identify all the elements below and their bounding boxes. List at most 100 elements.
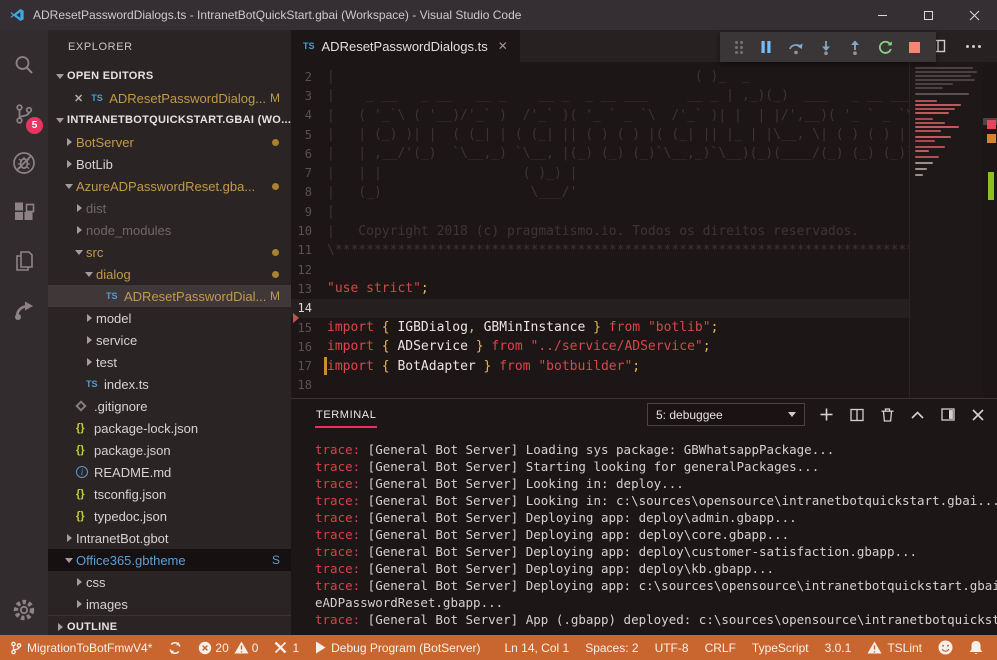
tree-item-src[interactable]: src bbox=[48, 241, 291, 263]
code-line-8[interactable]: 8| (_) \___/' bbox=[291, 183, 997, 202]
terminal-line: trace: [General Bot Server] Looking in: … bbox=[315, 492, 997, 509]
file-tree: BotServer BotLib AzureADPasswordReset.gba.… bbox=[48, 131, 291, 615]
step-into-icon[interactable] bbox=[819, 40, 833, 55]
tree-item-botlib[interactable]: BotLib bbox=[48, 153, 291, 175]
source-control-icon[interactable]: 5 bbox=[0, 89, 48, 138]
minimap[interactable] bbox=[909, 62, 983, 398]
tree-item-label: dist bbox=[86, 201, 106, 216]
tree-item-dialog[interactable]: dialog bbox=[48, 263, 291, 285]
tree-item-azureadpasswordreset-gba[interactable]: AzureADPasswordReset.gba... bbox=[48, 175, 291, 197]
info-file-icon: i bbox=[76, 466, 94, 478]
code-line-16[interactable]: 16import { ADService } from "../service/… bbox=[291, 337, 997, 356]
git-branch-item[interactable]: MigrationToBotFmwV4* bbox=[0, 635, 160, 660]
code-line-6[interactable]: 6| | ,__/'(_) `\__,_) `\__, |(_) (_) (_)… bbox=[291, 144, 997, 163]
terminal-select[interactable]: 5: debuggee bbox=[647, 403, 805, 426]
more-actions-icon[interactable] bbox=[966, 45, 981, 48]
tree-item-test[interactable]: test bbox=[48, 351, 291, 373]
feedback-smiley-icon[interactable] bbox=[930, 635, 961, 660]
pause-icon[interactable] bbox=[759, 40, 773, 54]
settings-gear-icon[interactable] bbox=[0, 597, 48, 623]
tree-item-index-ts[interactable]: TSindex.ts bbox=[48, 373, 291, 395]
code-line-15[interactable]: 15import { IGBDialog, GBMinInstance } fr… bbox=[291, 318, 997, 337]
ts-version-item[interactable]: 3.0.1 bbox=[817, 635, 860, 660]
tree-item-botserver[interactable]: BotServer bbox=[48, 131, 291, 153]
close-panel-icon[interactable] bbox=[972, 409, 984, 421]
project-header[interactable]: INTRANETBOTQUICKSTART.GBAI (WO... bbox=[48, 109, 291, 131]
language-item[interactable]: TypeScript bbox=[744, 635, 817, 660]
tslint-item[interactable]: TSLint bbox=[859, 635, 930, 660]
twisty-icon bbox=[72, 226, 86, 234]
tree-item-gitignore[interactable]: .gitignore bbox=[48, 395, 291, 417]
code-line-3[interactable]: 3| _ __ _ __ __ _ __ _ _ __ ___ __ _ | ,… bbox=[291, 86, 997, 105]
code-line-10[interactable]: 10| Copyright 2018 (c) pragmatismo.io. T… bbox=[291, 221, 997, 240]
minimize-button[interactable] bbox=[859, 0, 905, 30]
stop-icon[interactable] bbox=[908, 41, 921, 54]
tree-item-typedoc-json[interactable]: {}typedoc.json bbox=[48, 505, 291, 527]
tree-item-node-modules[interactable]: node_modules bbox=[48, 219, 291, 241]
indentation-item[interactable]: Spaces: 2 bbox=[577, 635, 646, 660]
code-line-17[interactable]: 17import { BotAdapter } from "botbuilder… bbox=[291, 356, 997, 375]
drag-grip-icon[interactable] bbox=[735, 41, 743, 54]
debug-program-item[interactable]: Debug Program (BotServer) bbox=[307, 635, 488, 660]
close-icon[interactable]: ✕ bbox=[74, 92, 83, 105]
tree-item-css[interactable]: css bbox=[48, 571, 291, 593]
eol-item[interactable]: CRLF bbox=[697, 635, 744, 660]
step-over-icon[interactable] bbox=[788, 40, 804, 55]
open-editors-header[interactable]: OPEN EDITORS bbox=[48, 65, 291, 87]
cursor-position-item[interactable]: Ln 14, Col 1 bbox=[496, 635, 577, 660]
step-out-icon[interactable] bbox=[848, 40, 862, 55]
code-line-12[interactable]: 12 bbox=[291, 260, 997, 279]
maximize-button[interactable] bbox=[905, 0, 951, 30]
code-line-5[interactable]: 5| | (_) )| | ( (_| | ( (_| || ( ) ( ) |… bbox=[291, 125, 997, 144]
tree-item-images[interactable]: images bbox=[48, 593, 291, 615]
tree-item-intranetbot-gbot[interactable]: IntranetBot.gbot bbox=[48, 527, 291, 549]
panel-toggle-icon[interactable] bbox=[941, 408, 955, 421]
tree-item-office365-gbtheme[interactable]: Office365.gbthemeS bbox=[48, 549, 291, 571]
debug-icon[interactable] bbox=[0, 138, 48, 187]
tree-item-label: index.ts bbox=[104, 377, 149, 392]
tree-item-adresetpassworddial[interactable]: TSADResetPasswordDial...M bbox=[48, 285, 291, 307]
tree-item-readme-md[interactable]: iREADME.md bbox=[48, 461, 291, 483]
editor-tab[interactable]: TS ADResetPasswordDialogs.ts ✕ bbox=[291, 30, 520, 62]
close-button[interactable] bbox=[951, 0, 997, 30]
notifications-bell-icon[interactable] bbox=[961, 635, 991, 660]
add-terminal-icon[interactable] bbox=[820, 408, 833, 421]
split-terminal-icon[interactable] bbox=[850, 408, 864, 422]
tree-item-service[interactable]: service bbox=[48, 329, 291, 351]
explorer-pages-icon[interactable] bbox=[0, 236, 48, 285]
tree-item-package-json[interactable]: {}package.json bbox=[48, 439, 291, 461]
tools-item[interactable]: 1 bbox=[266, 635, 307, 660]
open-editor-item[interactable]: ✕ TS ADResetPasswordDialog... M bbox=[48, 87, 291, 109]
tree-item-label: BotLib bbox=[76, 157, 113, 172]
tree-item-package-lock-json[interactable]: {}package-lock.json bbox=[48, 417, 291, 439]
terminal-tab[interactable]: TERMINAL bbox=[315, 402, 377, 428]
share-icon[interactable] bbox=[0, 285, 48, 334]
chevron-up-icon[interactable] bbox=[911, 411, 924, 419]
code-line-18[interactable]: 18 bbox=[291, 376, 997, 395]
extensions-icon[interactable] bbox=[0, 187, 48, 236]
code-line-2[interactable]: 2| ( )_ _ bbox=[291, 67, 997, 86]
restart-icon[interactable] bbox=[878, 40, 893, 55]
code-line-14[interactable]: 14 bbox=[291, 299, 997, 318]
search-icon[interactable] bbox=[0, 40, 48, 89]
line-number: 13 bbox=[291, 282, 327, 296]
trash-icon[interactable] bbox=[881, 408, 894, 422]
code-line-7[interactable]: 7| | | ( )_) | bbox=[291, 163, 997, 182]
problems-item[interactable]: 20 0 bbox=[190, 635, 266, 660]
debug-toolbar bbox=[720, 32, 936, 62]
code-editor[interactable]: 2| ( )_ _3| _ __ _ __ __ _ __ _ _ __ ___… bbox=[291, 62, 997, 398]
terminal-output[interactable]: trace: [General Bot Server] Loading sys … bbox=[291, 430, 997, 635]
code-line-13[interactable]: 13"use strict"; bbox=[291, 279, 997, 298]
twisty-icon bbox=[72, 250, 86, 255]
code-line-11[interactable]: 11\*************************************… bbox=[291, 241, 997, 260]
sync-item[interactable] bbox=[160, 635, 190, 660]
tab-close-icon[interactable]: ✕ bbox=[498, 39, 508, 53]
encoding-item[interactable]: UTF-8 bbox=[647, 635, 697, 660]
code-line-4[interactable]: 4| ( '_`\ ( '__)/'_` ) /'_` )( '_ ` _ `\… bbox=[291, 106, 997, 125]
outline-header[interactable]: OUTLINE bbox=[48, 615, 291, 635]
tree-item-tsconfig-json[interactable]: {}tsconfig.json bbox=[48, 483, 291, 505]
tree-item-dist[interactable]: dist bbox=[48, 197, 291, 219]
overview-ruler[interactable] bbox=[983, 62, 997, 398]
code-line-9[interactable]: 9| bbox=[291, 202, 997, 221]
tree-item-model[interactable]: model bbox=[48, 307, 291, 329]
